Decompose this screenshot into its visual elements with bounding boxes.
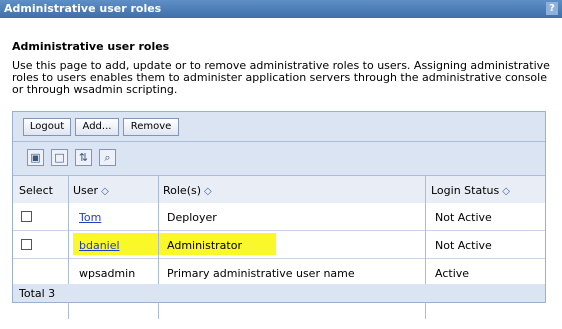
row-checkbox[interactable] xyxy=(21,239,32,250)
deselect-all-icon[interactable]: □ xyxy=(51,149,68,166)
sort-icon[interactable]: ◇ xyxy=(101,186,109,197)
clear-filter-icon[interactable]: ⌕ xyxy=(99,149,116,166)
roles-panel: Logout Add... Remove ▣ □ ⇅ ⌕ Select User… xyxy=(12,111,546,319)
user-link[interactable]: bdaniel xyxy=(79,239,120,252)
table-footer: Total 3 xyxy=(13,284,545,302)
sort-icon[interactable]: ◇ xyxy=(502,186,510,197)
remove-button[interactable]: Remove xyxy=(123,118,179,136)
help-icon[interactable]: ? xyxy=(546,2,558,15)
column-select: Select xyxy=(19,184,53,197)
total-count: Total 3 xyxy=(19,287,56,300)
table-row: bdaniel Administrator Not Active xyxy=(13,231,545,259)
role-cell: Deployer xyxy=(167,211,217,224)
role-cell: Primary administrative user name xyxy=(167,267,355,280)
window-titlebar: Administrative user roles ? xyxy=(0,0,562,18)
table-header: Select User ◇ Role(s) ◇ Login Status ◇ xyxy=(13,175,545,204)
column-login-status[interactable]: Login Status ◇ xyxy=(431,184,510,197)
table-row: Tom Deployer Not Active xyxy=(13,203,545,231)
login-status-cell: Active xyxy=(435,267,470,280)
row-checkbox[interactable] xyxy=(21,211,32,222)
column-user[interactable]: User ◇ xyxy=(73,184,109,197)
show-filter-icon[interactable]: ⇅ xyxy=(75,149,92,166)
window-title: Administrative user roles xyxy=(4,2,162,15)
logout-button[interactable]: Logout xyxy=(23,118,71,136)
user-cell: wpsadmin xyxy=(79,267,136,280)
user-link[interactable]: Tom xyxy=(79,211,101,224)
login-status-cell: Not Active xyxy=(435,211,492,224)
page-title: Administrative user roles xyxy=(12,40,170,53)
role-cell: Administrator xyxy=(167,239,242,252)
sort-icon[interactable]: ◇ xyxy=(204,186,212,197)
add-button[interactable]: Add... xyxy=(75,118,119,136)
column-roles[interactable]: Role(s) ◇ xyxy=(163,184,212,197)
table-row: wpsadmin Primary administrative user nam… xyxy=(13,259,545,287)
login-status-cell: Not Active xyxy=(435,239,492,252)
select-all-icon[interactable]: ▣ xyxy=(27,149,44,166)
toolbar-divider xyxy=(13,141,545,142)
page-description: Use this page to add, update or to remov… xyxy=(12,59,550,96)
